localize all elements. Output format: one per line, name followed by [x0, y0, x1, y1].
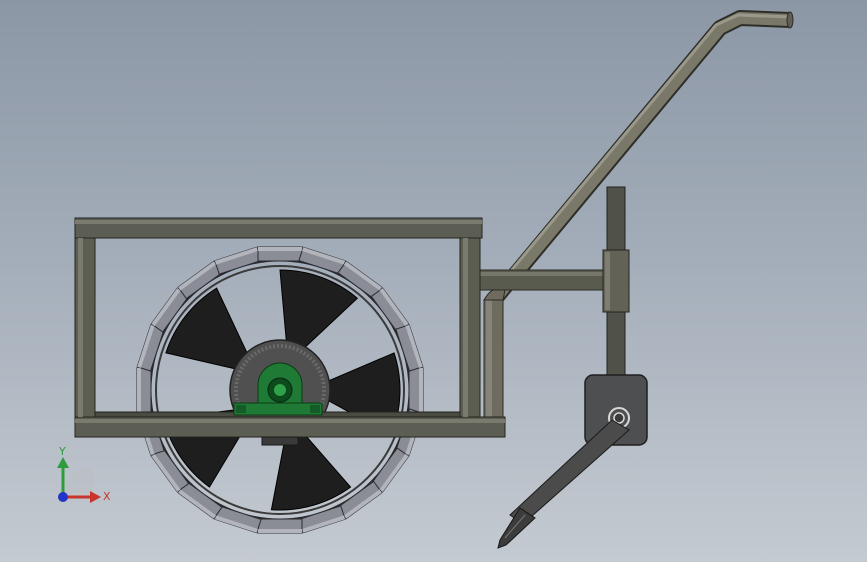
wheel-paddle [214, 505, 262, 534]
wheel-paddle [395, 324, 424, 372]
wheel-paddle [257, 518, 303, 534]
x-axis-label: X [103, 490, 111, 503]
wheel-paddle [408, 367, 424, 413]
wheel-blade [279, 269, 359, 352]
wheel-paddle [136, 367, 152, 413]
wheel-paddle [298, 505, 346, 534]
axis-triad[interactable]: Y X [57, 445, 111, 503]
lever-arm[interactable] [497, 419, 630, 549]
side-bracket-arm[interactable] [477, 269, 609, 291]
wheel-paddle [370, 287, 410, 333]
handle-post[interactable] [483, 287, 506, 437]
wheel-paddle [214, 246, 262, 275]
wheel-paddle [136, 324, 165, 372]
wheel-paddle [298, 246, 346, 275]
z-axis-dot [58, 492, 68, 502]
handle-tube[interactable] [487, 10, 794, 306]
guide-rod[interactable] [602, 186, 630, 378]
cad-viewport[interactable]: Y X [0, 0, 867, 562]
wheel-paddle [257, 246, 303, 262]
y-axis-label: Y [58, 445, 66, 458]
